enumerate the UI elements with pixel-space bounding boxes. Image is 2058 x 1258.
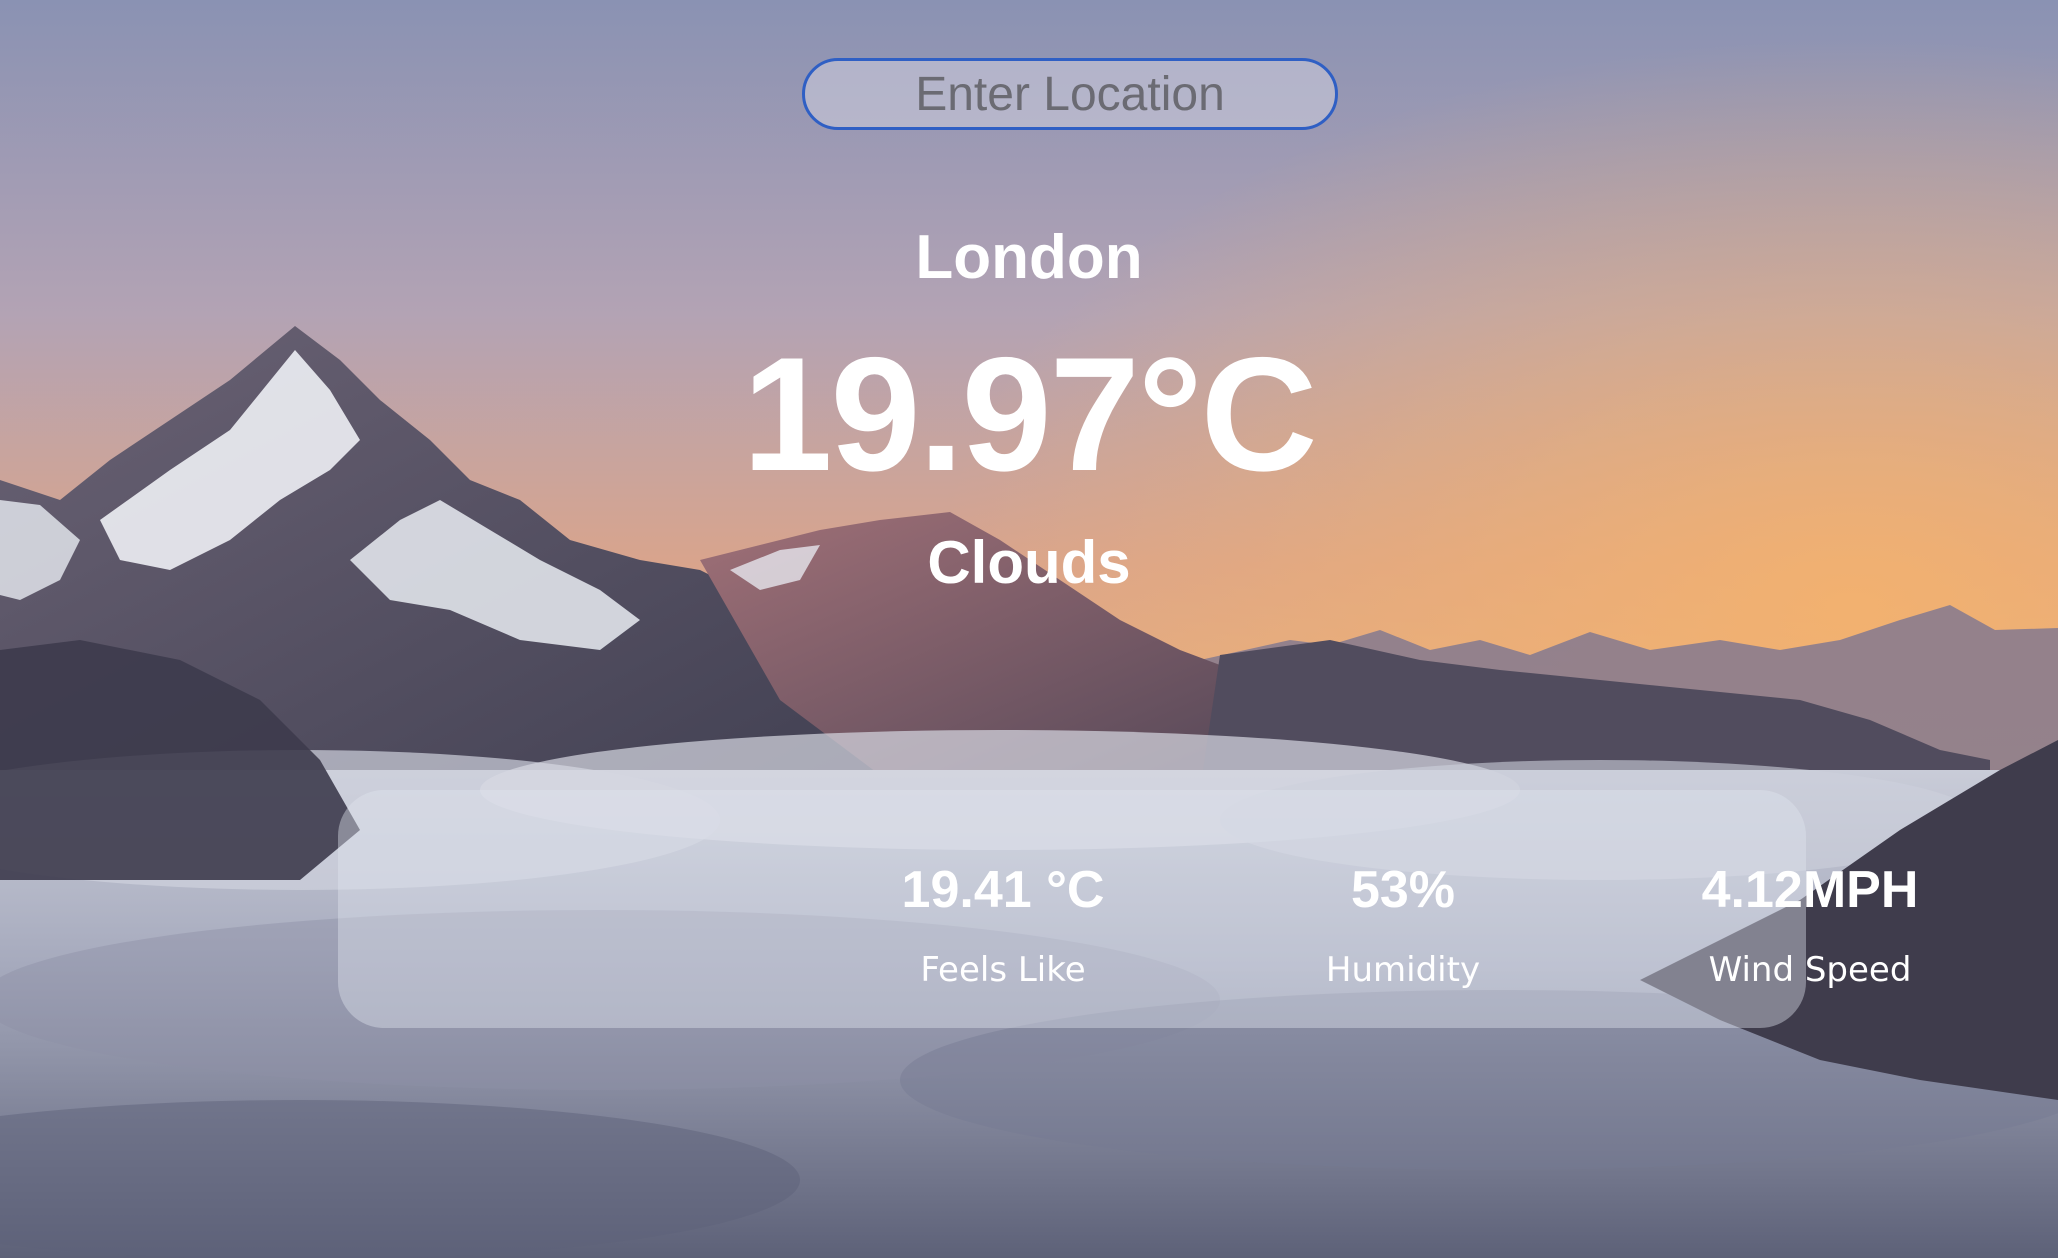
feels-like-label: Feels Like: [920, 950, 1086, 990]
location-search[interactable]: [802, 58, 1338, 130]
weather-stats-panel: 19.41 °C Feels Like 53% Humidity 4.12MPH…: [338, 790, 1918, 1028]
location-search-input[interactable]: [802, 58, 1338, 130]
wind-speed-label: Wind Speed: [1708, 950, 1912, 990]
current-temperature: 19.97°C: [742, 324, 1317, 505]
weather-condition: Clouds: [927, 529, 1131, 596]
city-name: London: [915, 223, 1143, 292]
background-mountain-landscape: [0, 0, 2058, 1258]
feels-like-value: 19.41 °C: [901, 861, 1105, 919]
wind-speed-value: 4.12MPH: [1701, 861, 1919, 919]
humidity-label: Humidity: [1325, 950, 1481, 990]
humidity-value: 53%: [1350, 861, 1456, 919]
